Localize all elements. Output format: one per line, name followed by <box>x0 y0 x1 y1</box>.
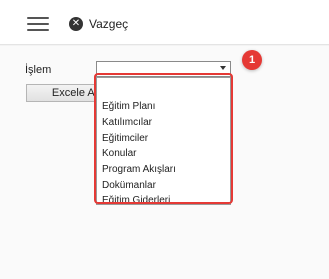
annotation-badge: 1 <box>242 50 262 70</box>
dropdown-option[interactable]: Eğitim Planı <box>97 99 230 114</box>
cancel-button[interactable]: ✕ Vazgeç <box>69 16 128 32</box>
hamburger-line <box>27 17 49 19</box>
top-toolbar: ✕ Vazgeç <box>0 0 329 45</box>
chevron-down-icon <box>220 66 226 70</box>
dropdown-option[interactable]: Dokümanlar <box>97 178 230 193</box>
hamburger-line <box>27 29 49 31</box>
islem-label: İşlem <box>25 64 52 76</box>
close-circle-icon: ✕ <box>69 17 83 31</box>
hamburger-menu-icon[interactable] <box>27 16 49 32</box>
islem-select[interactable] <box>96 61 231 77</box>
cancel-label: Vazgeç <box>89 17 129 31</box>
dropdown-option[interactable]: Program Akışları <box>97 162 230 177</box>
dropdown-option[interactable]: Konular <box>97 146 230 161</box>
hamburger-line <box>27 23 49 25</box>
dropdown-option[interactable]: Eğitimciler <box>97 131 230 146</box>
islem-dropdown-list: Eğitim Planı Katılımcılar Eğitimciler Ko… <box>96 77 231 205</box>
dropdown-option[interactable]: Eğitim Giderleri <box>97 193 230 204</box>
dropdown-option-empty[interactable] <box>97 81 230 95</box>
dropdown-option[interactable]: Katılımcılar <box>97 115 230 130</box>
